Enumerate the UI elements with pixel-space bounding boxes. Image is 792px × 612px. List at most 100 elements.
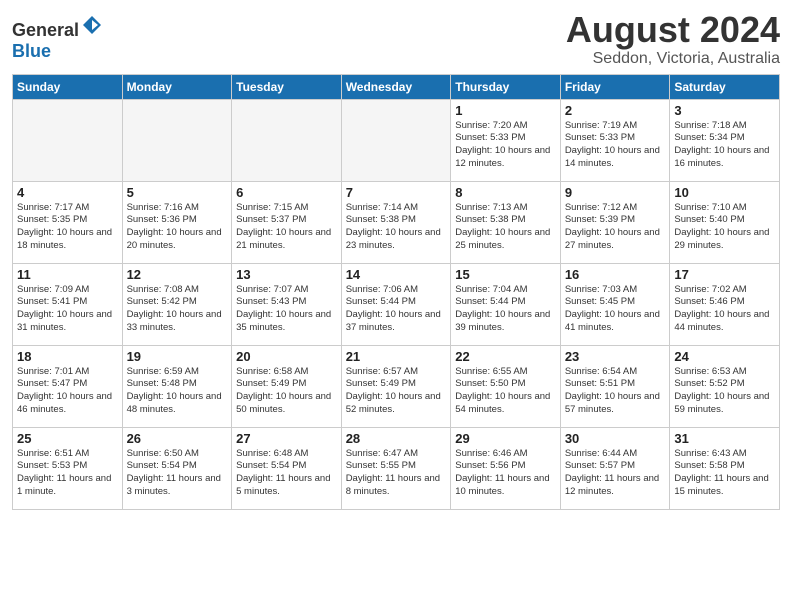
header-monday: Monday xyxy=(122,74,232,99)
day-info: Sunrise: 6:51 AMSunset: 5:53 PMDaylight:… xyxy=(17,448,118,499)
calendar-cell: 8Sunrise: 7:13 AMSunset: 5:38 PMDaylight… xyxy=(451,181,561,263)
day-number: 13 xyxy=(236,267,337,282)
calendar-table: SundayMondayTuesdayWednesdayThursdayFrid… xyxy=(12,74,780,510)
day-info: Sunrise: 7:15 AMSunset: 5:37 PMDaylight:… xyxy=(236,202,337,253)
calendar-cell: 30 Sunrise: 6:44 AMSunset: 5:57 PMDayligh… xyxy=(560,427,670,509)
day-number: 21 xyxy=(346,349,447,364)
day-number: 30 xyxy=(565,431,666,446)
calendar-cell: 13 Sunrise: 7:07 AMSunset: 5:43 PMDayligh… xyxy=(232,263,342,345)
header: General Blue August 2024 Seddon, Victori… xyxy=(12,10,780,68)
calendar-cell: 25 Sunrise: 6:51 AMSunset: 5:53 PMDayligh… xyxy=(13,427,123,509)
week-row-5: 25 Sunrise: 6:51 AMSunset: 5:53 PMDayligh… xyxy=(13,427,780,509)
header-saturday: Saturday xyxy=(670,74,780,99)
calendar-cell: 14 Sunrise: 7:06 AMSunset: 5:44 PMDayligh… xyxy=(341,263,451,345)
day-info: Sunrise: 6:48 AMSunset: 5:54 PMDaylight:… xyxy=(236,448,337,499)
day-info: Sunrise: 6:47 AMSunset: 5:55 PMDaylight:… xyxy=(346,448,447,499)
calendar-cell: 6 Sunrise: 7:15 AMSunset: 5:37 PMDaylight… xyxy=(232,181,342,263)
calendar-cell: 5 Sunrise: 7:16 AMSunset: 5:36 PMDaylight… xyxy=(122,181,232,263)
calendar-cell: 26 Sunrise: 6:50 AMSunset: 5:54 PMDayligh… xyxy=(122,427,232,509)
day-number: 17 xyxy=(674,267,775,282)
week-row-4: 18 Sunrise: 7:01 AMSunset: 5:47 PMDayligh… xyxy=(13,345,780,427)
calendar-cell: 7 Sunrise: 7:14 AMSunset: 5:38 PMDaylight… xyxy=(341,181,451,263)
day-info: Sunrise: 7:07 AMSunset: 5:43 PMDaylight:… xyxy=(236,284,337,335)
calendar-cell: 3Sunrise: 7:18 AMSunset: 5:34 PMDaylight… xyxy=(670,99,780,181)
calendar-cell: 15 Sunrise: 7:04 AMSunset: 5:44 PMDayligh… xyxy=(451,263,561,345)
day-number: 27 xyxy=(236,431,337,446)
day-number: 25 xyxy=(17,431,118,446)
location: Seddon, Victoria, Australia xyxy=(566,50,780,68)
day-info: Sunrise: 6:50 AMSunset: 5:54 PMDaylight:… xyxy=(127,448,228,499)
day-number: 29 xyxy=(455,431,556,446)
calendar-cell: 4Sunrise: 7:17 AMSunset: 5:35 PMDaylight… xyxy=(13,181,123,263)
day-info: Sunrise: 7:06 AMSunset: 5:44 PMDaylight:… xyxy=(346,284,447,335)
day-info: Sunrise: 6:44 AMSunset: 5:57 PMDaylight:… xyxy=(565,448,666,499)
day-number: 2 xyxy=(565,103,666,118)
header-friday: Friday xyxy=(560,74,670,99)
calendar-cell: 12Sunrise: 7:08 AMSunset: 5:42 PMDayligh… xyxy=(122,263,232,345)
calendar-cell xyxy=(341,99,451,181)
day-info: Sunrise: 7:18 AMSunset: 5:34 PMDaylight:… xyxy=(674,120,775,171)
header-tuesday: Tuesday xyxy=(232,74,342,99)
day-info: Sunrise: 7:20 AMSunset: 5:33 PMDaylight:… xyxy=(455,120,556,171)
day-number: 10 xyxy=(674,185,775,200)
calendar-cell: 17 Sunrise: 7:02 AMSunset: 5:46 PMDayligh… xyxy=(670,263,780,345)
day-info: Sunrise: 7:12 AMSunset: 5:39 PMDaylight:… xyxy=(565,202,666,253)
month-year: August 2024 xyxy=(566,10,780,50)
day-number: 26 xyxy=(127,431,228,446)
calendar-cell: 1 Sunrise: 7:20 AMSunset: 5:33 PMDaylight… xyxy=(451,99,561,181)
day-info: Sunrise: 7:01 AMSunset: 5:47 PMDaylight:… xyxy=(17,366,118,417)
day-number: 11 xyxy=(17,267,118,282)
day-info: Sunrise: 6:54 AMSunset: 5:51 PMDaylight:… xyxy=(565,366,666,417)
day-number: 24 xyxy=(674,349,775,364)
day-number: 8 xyxy=(455,185,556,200)
day-info: Sunrise: 7:03 AMSunset: 5:45 PMDaylight:… xyxy=(565,284,666,335)
calendar-cell: 9 Sunrise: 7:12 AMSunset: 5:39 PMDaylight… xyxy=(560,181,670,263)
logo-blue: Blue xyxy=(12,41,51,61)
day-info: Sunrise: 7:09 AMSunset: 5:41 PMDaylight:… xyxy=(17,284,118,335)
calendar-cell: 2 Sunrise: 7:19 AMSunset: 5:33 PMDaylight… xyxy=(560,99,670,181)
day-number: 22 xyxy=(455,349,556,364)
day-number: 16 xyxy=(565,267,666,282)
day-info: Sunrise: 7:19 AMSunset: 5:33 PMDaylight:… xyxy=(565,120,666,171)
calendar-cell xyxy=(122,99,232,181)
day-number: 14 xyxy=(346,267,447,282)
calendar-header-row: SundayMondayTuesdayWednesdayThursdayFrid… xyxy=(13,74,780,99)
day-info: Sunrise: 7:02 AMSunset: 5:46 PMDaylight:… xyxy=(674,284,775,335)
day-info: Sunrise: 7:04 AMSunset: 5:44 PMDaylight:… xyxy=(455,284,556,335)
week-row-2: 4Sunrise: 7:17 AMSunset: 5:35 PMDaylight… xyxy=(13,181,780,263)
calendar-cell: 29 Sunrise: 6:46 AMSunset: 5:56 PMDayligh… xyxy=(451,427,561,509)
day-number: 4 xyxy=(17,185,118,200)
day-info: Sunrise: 6:58 AMSunset: 5:49 PMDaylight:… xyxy=(236,366,337,417)
calendar-cell: 31Sunrise: 6:43 AMSunset: 5:58 PMDayligh… xyxy=(670,427,780,509)
day-info: Sunrise: 7:16 AMSunset: 5:36 PMDaylight:… xyxy=(127,202,228,253)
title-block: August 2024 Seddon, Victoria, Australia xyxy=(566,10,780,68)
calendar-cell: 18 Sunrise: 7:01 AMSunset: 5:47 PMDayligh… xyxy=(13,345,123,427)
week-row-3: 11 Sunrise: 7:09 AMSunset: 5:41 PMDayligh… xyxy=(13,263,780,345)
day-info: Sunrise: 6:59 AMSunset: 5:48 PMDaylight:… xyxy=(127,366,228,417)
day-number: 23 xyxy=(565,349,666,364)
logo-icon xyxy=(81,14,103,36)
calendar-cell: 16 Sunrise: 7:03 AMSunset: 5:45 PMDayligh… xyxy=(560,263,670,345)
day-info: Sunrise: 7:14 AMSunset: 5:38 PMDaylight:… xyxy=(346,202,447,253)
day-number: 5 xyxy=(127,185,228,200)
day-number: 19 xyxy=(127,349,228,364)
calendar-cell: 27 Sunrise: 6:48 AMSunset: 5:54 PMDayligh… xyxy=(232,427,342,509)
day-info: Sunrise: 6:57 AMSunset: 5:49 PMDaylight:… xyxy=(346,366,447,417)
calendar-cell: 20Sunrise: 6:58 AMSunset: 5:49 PMDayligh… xyxy=(232,345,342,427)
day-number: 15 xyxy=(455,267,556,282)
logo-general: General xyxy=(12,20,79,40)
day-number: 31 xyxy=(674,431,775,446)
calendar-cell: 10 Sunrise: 7:10 AMSunset: 5:40 PMDayligh… xyxy=(670,181,780,263)
calendar-cell: 22Sunrise: 6:55 AMSunset: 5:50 PMDayligh… xyxy=(451,345,561,427)
day-number: 18 xyxy=(17,349,118,364)
day-number: 9 xyxy=(565,185,666,200)
day-number: 1 xyxy=(455,103,556,118)
day-info: Sunrise: 7:10 AMSunset: 5:40 PMDaylight:… xyxy=(674,202,775,253)
header-wednesday: Wednesday xyxy=(341,74,451,99)
calendar-cell: 24Sunrise: 6:53 AMSunset: 5:52 PMDayligh… xyxy=(670,345,780,427)
calendar-cell xyxy=(13,99,123,181)
calendar-cell: 19 Sunrise: 6:59 AMSunset: 5:48 PMDayligh… xyxy=(122,345,232,427)
day-info: Sunrise: 6:46 AMSunset: 5:56 PMDaylight:… xyxy=(455,448,556,499)
day-number: 6 xyxy=(236,185,337,200)
day-number: 7 xyxy=(346,185,447,200)
